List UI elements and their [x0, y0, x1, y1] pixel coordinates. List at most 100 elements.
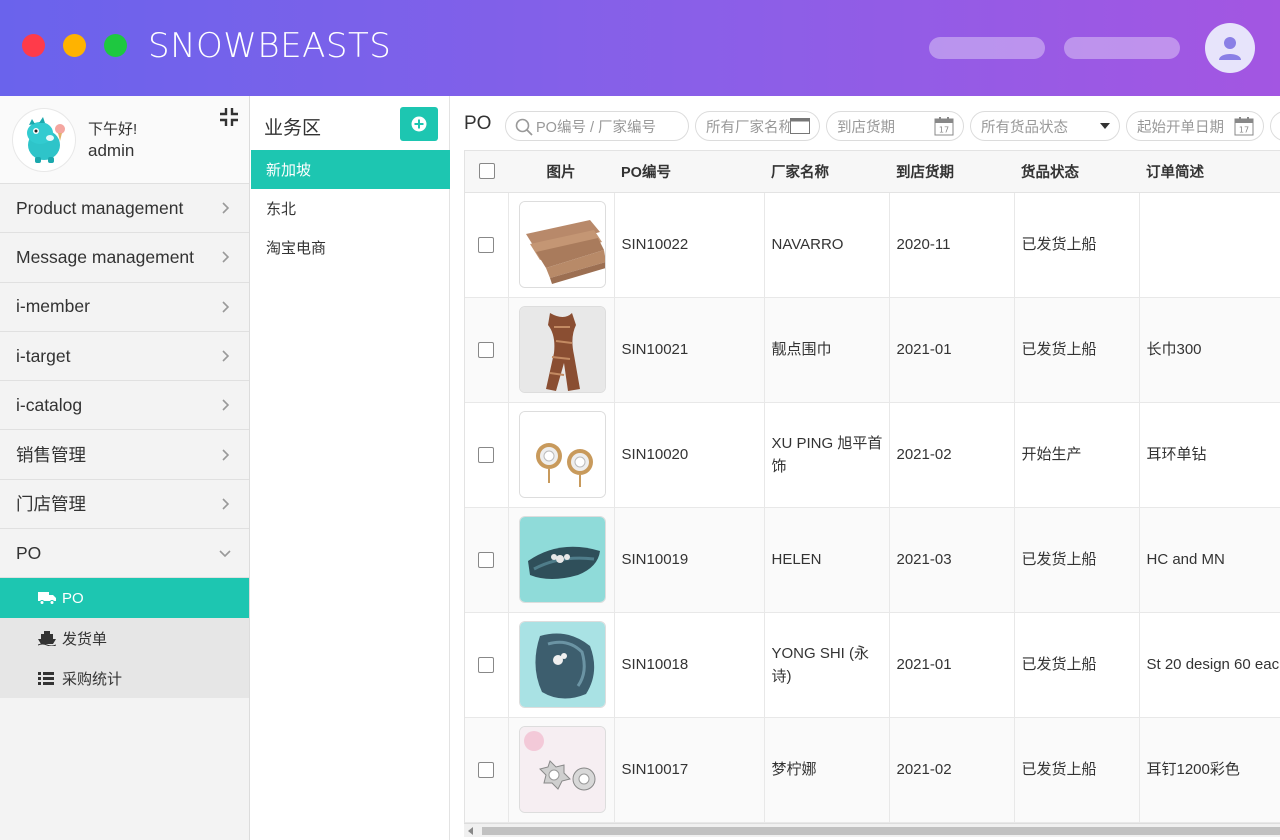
- chevron-right-icon: [222, 350, 230, 362]
- window-minimize-dot[interactable]: [63, 34, 86, 57]
- product-thumbnail[interactable]: [518, 411, 606, 498]
- sidebar-subitem-shipping-orders[interactable]: 发货单: [0, 618, 249, 659]
- row-checkbox[interactable]: [478, 657, 495, 674]
- chevron-right-icon: [222, 251, 230, 264]
- product-thumbnail[interactable]: [518, 726, 606, 813]
- caret-down-icon: [1100, 123, 1110, 129]
- app-header: SNOWBEASTS: [0, 0, 1280, 96]
- header-placeholder-pill[interactable]: [1064, 37, 1180, 59]
- zone-item-singapore[interactable]: 新加坡: [251, 150, 450, 189]
- status-select[interactable]: 所有货品状态: [970, 111, 1120, 141]
- vendor-cell: NAVARRO: [764, 192, 890, 298]
- column-header-vendor[interactable]: 厂家名称: [764, 151, 889, 193]
- status-cell: 已发货上船: [1014, 507, 1140, 613]
- product-thumbnail[interactable]: [518, 306, 606, 393]
- po-number-cell: SIN10017: [614, 717, 765, 823]
- row-select-cell: [465, 717, 509, 823]
- sidebar-item-store-management[interactable]: 门店管理: [0, 480, 249, 530]
- image-cell: [508, 717, 615, 823]
- add-zone-button[interactable]: [400, 107, 438, 141]
- po-number-cell: SIN10022: [614, 192, 765, 298]
- user-profile: 下午好! admin: [0, 96, 249, 184]
- avatar: [13, 109, 75, 171]
- start-date-filter[interactable]: 起始开单日期 17: [1126, 111, 1264, 141]
- sidebar-item-label: i-target: [16, 345, 71, 366]
- brand-title: SNOWBEASTS: [148, 26, 392, 66]
- table-row[interactable]: SIN10019 HELEN 2021-03 已发货上船 HC and MN: [465, 507, 1280, 613]
- end-date-filter[interactable]: [1270, 111, 1280, 141]
- page-title: PO: [464, 113, 492, 134]
- earrings-image: [519, 727, 605, 812]
- row-checkbox[interactable]: [478, 762, 495, 779]
- description-cell: HC and MN: [1139, 507, 1280, 613]
- greeting-text: 下午好!: [88, 121, 138, 138]
- row-checkbox[interactable]: [478, 237, 495, 254]
- row-checkbox[interactable]: [478, 552, 495, 569]
- search-placeholder: PO编号 / 厂家编号: [536, 119, 657, 136]
- horizontal-scrollbar[interactable]: [464, 823, 1280, 837]
- sidebar-item-label: i-catalog: [16, 394, 83, 415]
- chevron-right-icon: [222, 449, 230, 461]
- sidebar-item-sales-management[interactable]: 销售管理: [0, 430, 249, 480]
- row-select-cell: [465, 612, 509, 718]
- compress-icon[interactable]: [218, 106, 240, 128]
- table-row[interactable]: SIN10017 梦柠娜 2021-02 已发货上船 耳钉1200彩色: [465, 717, 1280, 823]
- select-all-checkbox[interactable]: [478, 163, 495, 180]
- column-header-description[interactable]: 订单简述: [1139, 151, 1280, 193]
- table-row[interactable]: SIN10022 NAVARRO 2020-11 已发货上船: [465, 192, 1280, 298]
- sidebar-item-label: 销售管理: [16, 445, 86, 466]
- vendor-filter[interactable]: 所有厂家名称: [695, 111, 820, 141]
- sidebar-subitem-purchase-stats[interactable]: 采购统计: [0, 658, 249, 699]
- sidebar-item-po[interactable]: PO: [0, 529, 249, 579]
- row-checkbox[interactable]: [478, 447, 495, 464]
- description-cell: [1139, 192, 1280, 298]
- business-zone-panel: 业务区 新加坡 东北 淘宝电商: [251, 96, 450, 840]
- header-placeholder-pill[interactable]: [929, 37, 1045, 59]
- zone-item-taobao[interactable]: 淘宝电商: [251, 228, 450, 267]
- scarf-image: [519, 307, 605, 392]
- product-thumbnail[interactable]: [518, 516, 606, 603]
- product-thumbnail[interactable]: [518, 621, 606, 708]
- sidebar-item-i-member[interactable]: i-member: [0, 283, 249, 332]
- sidebar-item-product-management[interactable]: Product management: [0, 184, 249, 234]
- truck-icon: [38, 591, 58, 606]
- po-search-input[interactable]: PO编号 / 厂家编号: [505, 111, 689, 141]
- arrival-date-filter[interactable]: 到店货期 17: [826, 111, 964, 141]
- column-header-po[interactable]: PO编号: [614, 151, 764, 193]
- sidebar-item-label: PO: [16, 542, 42, 563]
- description-cell: 耳钉1200彩色: [1139, 717, 1280, 823]
- user-avatar-button[interactable]: [1205, 23, 1255, 73]
- chevron-down-icon: [219, 550, 231, 558]
- username-text: admin: [88, 141, 135, 160]
- row-checkbox[interactable]: [478, 342, 495, 359]
- vendor-cell: XU PING 旭平首饰: [764, 402, 890, 508]
- description-cell: 耳环单钻: [1139, 402, 1280, 508]
- hairclip-image: [519, 622, 605, 707]
- arrival-cell: 2021-02: [889, 717, 1015, 823]
- sidebar-item-i-catalog[interactable]: i-catalog: [0, 381, 249, 431]
- table-row[interactable]: SIN10021 靓点围巾 2021-01 已发货上船 长巾300: [465, 297, 1280, 403]
- image-cell: [508, 192, 615, 298]
- window-close-dot[interactable]: [22, 34, 45, 57]
- po-number-cell: SIN10019: [614, 507, 765, 613]
- product-thumbnail[interactable]: [518, 201, 606, 288]
- column-header-status[interactable]: 货品状态: [1014, 151, 1139, 193]
- scrollbar-thumb[interactable]: [482, 827, 1280, 835]
- sidebar-item-message-management[interactable]: Message management: [0, 233, 249, 283]
- sidebar-item-label: 门店管理: [16, 494, 86, 515]
- arrival-cell: 2020-11: [889, 192, 1015, 298]
- scroll-left-arrow-icon[interactable]: [468, 827, 473, 835]
- sidebar-subitem-po[interactable]: PO: [0, 578, 249, 619]
- table-row[interactable]: SIN10018 YONG SHI (永诗) 2021-01 已发货上船 St …: [465, 612, 1280, 718]
- column-header-arrival[interactable]: 到店货期: [889, 151, 1014, 193]
- sidebar: 下午好! admin Product management Message ma…: [0, 96, 250, 840]
- column-header-image[interactable]: 图片: [508, 151, 614, 193]
- table-row[interactable]: SIN10020 XU PING 旭平首饰 2021-02 开始生产 耳环单钻: [465, 402, 1280, 508]
- svg-text:17: 17: [939, 126, 949, 135]
- row-select-cell: [465, 507, 509, 613]
- window-maximize-dot[interactable]: [104, 34, 127, 57]
- sidebar-subitem-label: 发货单: [62, 630, 108, 648]
- sidebar-item-i-target[interactable]: i-target: [0, 332, 249, 382]
- sidebar-subitem-label: 采购统计: [62, 670, 123, 688]
- zone-item-northeast[interactable]: 东北: [251, 189, 450, 228]
